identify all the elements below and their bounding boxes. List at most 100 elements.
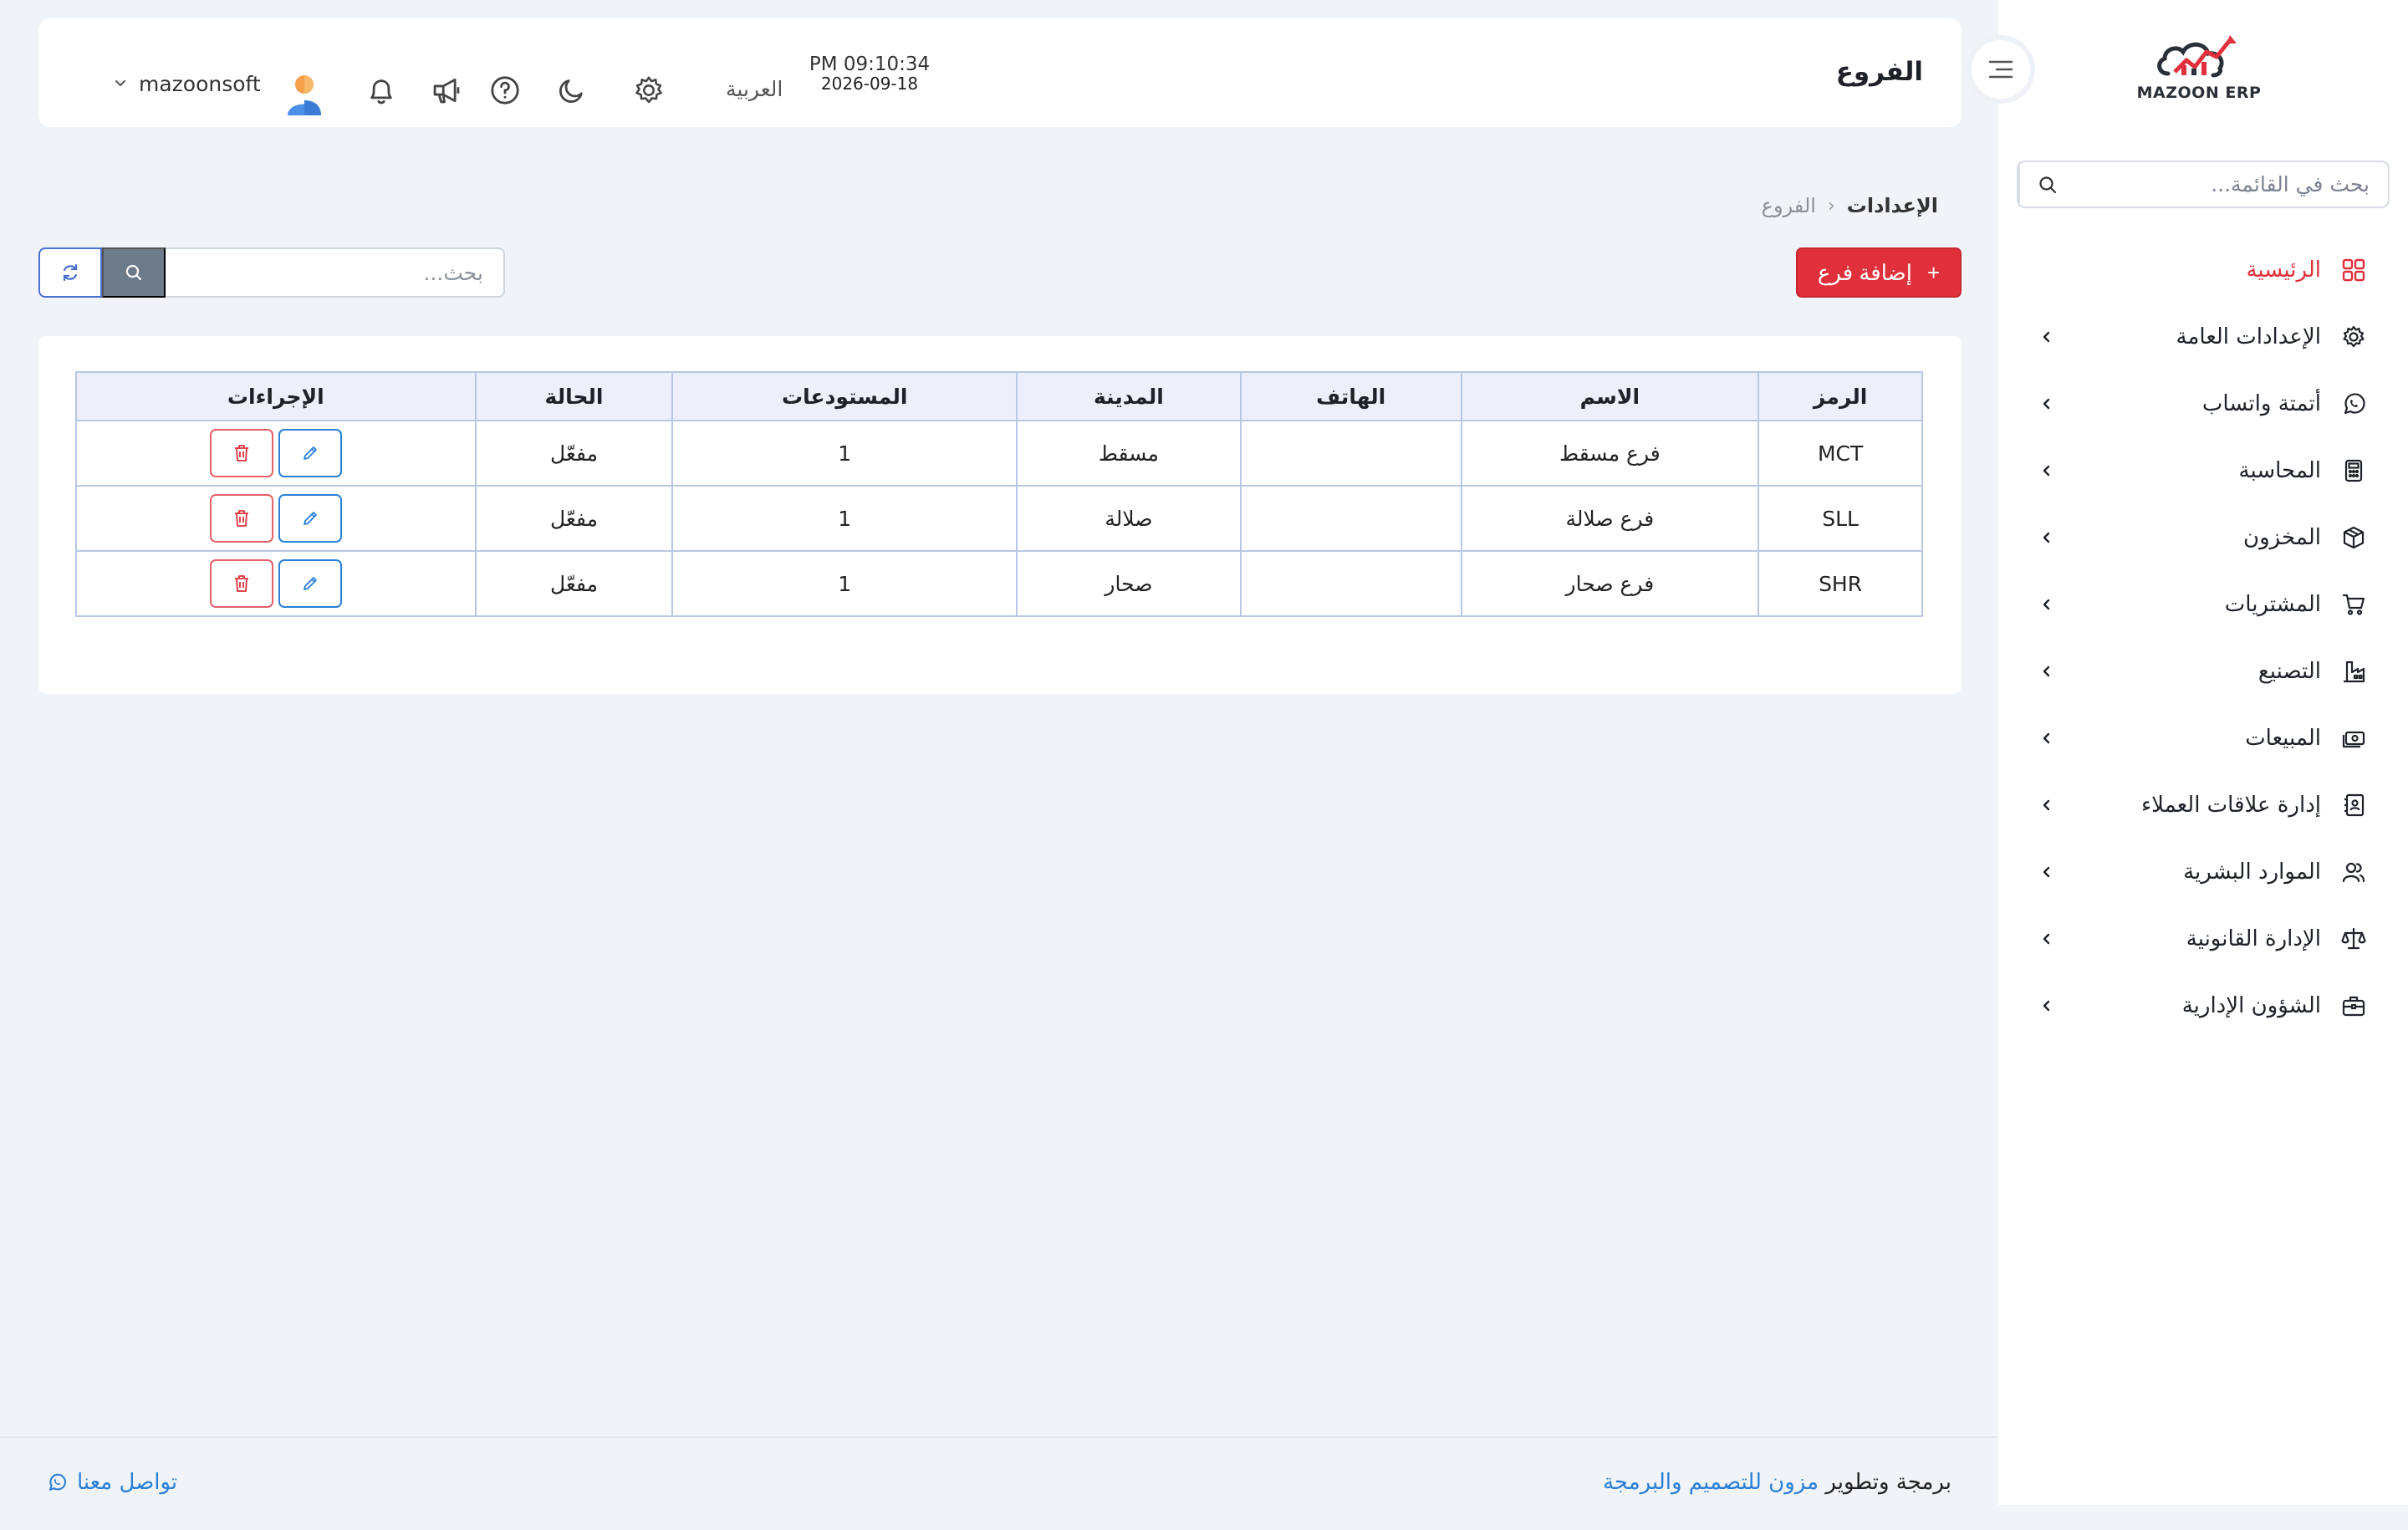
cash-icon [2339,724,2368,752]
sidebar-item-accounting[interactable]: المحاسبة [1998,437,2408,504]
chevron-left-icon [2037,461,2057,481]
top-header: الفروع PM 09:10:34 2026-09-18 العربية ma… [38,18,1962,127]
help-icon[interactable] [487,72,523,109]
sidebar-menu: الرئيسية الإعدادات العامة أتمتة واتساب ا… [1998,237,2408,1039]
sidebar-item-general-settings[interactable]: الإعدادات العامة [1998,303,2408,370]
chevron-left-icon [2037,594,2057,615]
trash-icon [234,510,248,527]
sidebar-item-label: إدارة علاقات العملاء [2140,793,2321,818]
delete-button[interactable] [209,494,273,543]
branches-table: الرمز الاسم الهاتف المدينة المستودعات ال… [75,371,1923,617]
delete-button[interactable] [209,559,273,608]
sidebar-item-label: الشؤون الإدارية [2181,993,2321,1018]
edit-button[interactable] [278,559,342,608]
breadcrumb-parent[interactable]: الإعدادات [1847,194,1938,217]
sidebar-item-label: المخزون [2243,525,2321,550]
column-header-status[interactable]: الحالة [474,371,674,421]
sidebar-item-purchases[interactable]: المشتريات [1998,571,2408,638]
cell-phone [1239,550,1462,617]
credit-prefix: برمجة وتطوير [1825,1470,1951,1495]
column-header-phone[interactable]: الهاتف [1239,371,1462,421]
sidebar-item-label: الموارد البشرية [2183,859,2321,885]
cell-phone [1239,485,1462,552]
sidebar-item-label: أتمتة واتساب [2201,391,2321,416]
cell-city: صلالة [1016,485,1242,552]
table-header-row: الرمز الاسم الهاتف المدينة المستودعات ال… [75,371,1923,421]
sidebar-item-crm[interactable]: إدارة علاقات العملاء [1998,772,2408,839]
cell-city: مسقط [1016,420,1242,487]
sidebar-item-label: المحاسبة [2238,458,2321,483]
user-menu[interactable]: mazoonsoft [114,72,261,96]
add-branch-label: إضافة فرع [1817,259,1912,285]
cell-code: SHR [1758,550,1923,617]
breadcrumb: الإعدادات ‹ الفروع [1762,194,1938,217]
edit-button[interactable] [278,494,342,543]
branches-card: الرمز الاسم الهاتف المدينة المستودعات ال… [38,336,1962,694]
delete-button[interactable] [209,429,273,477]
sidebar-item-inventory[interactable]: المخزون [1998,504,2408,571]
cell-warehouses: 1 [671,420,1018,487]
gear-icon [2339,323,2368,351]
contact-link[interactable]: تواصل معنا [47,1470,177,1495]
sidebar: MAZOON ERP الرئيسية الإعدادات العامة أتم… [1998,0,2408,1505]
table-row: SLL فرع صلالة صلالة 1 مفعّل [75,485,1923,552]
bell-icon[interactable] [363,72,400,109]
cart-icon [2339,590,2368,619]
column-header-name[interactable]: الاسم [1460,371,1760,421]
brand-logo[interactable]: MAZOON ERP [2115,32,2283,115]
search-icon [125,264,142,281]
table-search [38,247,505,298]
logo-graphic-icon [2157,35,2237,78]
sidebar-item-label: المبيعات [2245,726,2321,751]
page-title: الفروع [1835,57,1923,87]
sidebar-item-home[interactable]: الرئيسية [1998,237,2408,303]
table-row: MCT فرع مسقط مسقط 1 مفعّل [75,420,1923,487]
column-header-city[interactable]: المدينة [1016,371,1242,421]
refresh-button[interactable] [38,247,102,298]
cell-name: فرع صحار [1460,550,1760,617]
moon-icon[interactable] [554,72,590,109]
column-header-actions: الإجراءات [75,371,477,421]
sidebar-item-manufacturing[interactable]: التصنيع [1998,638,2408,705]
search-button[interactable] [102,247,166,298]
gear-icon[interactable] [630,72,667,109]
trash-icon [234,445,248,462]
chevron-left-icon [2037,728,2057,748]
refresh-icon [63,263,78,282]
menu-icon [1988,60,2013,79]
add-branch-button[interactable]: + إضافة فرع [1796,247,1962,298]
search-icon[interactable] [2018,162,2075,207]
sidebar-item-legal[interactable]: الإدارة القانونية [1998,905,2408,972]
sidebar-toggle-button[interactable] [1967,35,2035,104]
sidebar-item-label: الرئيسية [2246,258,2321,283]
sidebar-item-hr[interactable]: الموارد البشرية [1998,839,2408,905]
cell-phone [1239,420,1462,487]
sidebar-item-whatsapp[interactable]: أتمتة واتساب [1998,370,2408,437]
cell-actions [75,420,477,487]
cell-code: MCT [1758,420,1923,487]
language-switch[interactable]: العربية [726,77,783,101]
cell-actions [75,550,477,617]
cell-status: مفعّل [474,550,674,617]
edit-button[interactable] [278,429,342,477]
chevron-left-icon: ‹ [1827,195,1835,217]
factory-icon [2339,657,2368,686]
avatar[interactable] [284,74,324,117]
cell-name: فرع مسقط [1460,420,1760,487]
cell-name: فرع صلالة [1460,485,1760,552]
credit-link[interactable]: مزون للتصميم والبرمجة [1603,1470,1819,1495]
chevron-left-icon [2037,862,2057,882]
sidebar-item-admin-affairs[interactable]: الشؤون الإدارية [1998,972,2408,1039]
column-header-warehouses[interactable]: المستودعات [671,371,1018,421]
sidebar-search-input[interactable] [2075,172,2388,196]
chevron-left-icon [2037,327,2057,347]
sidebar-item-sales[interactable]: المبيعات [1998,705,2408,772]
chevron-left-icon [2037,394,2057,414]
pencil-icon [303,512,317,525]
chevron-left-icon [2037,661,2057,681]
cell-status: مفعّل [474,485,674,552]
column-header-code[interactable]: الرمز [1758,371,1923,421]
megaphone-icon[interactable] [428,72,465,109]
cell-city: صحار [1016,550,1242,617]
search-input[interactable] [166,247,505,298]
